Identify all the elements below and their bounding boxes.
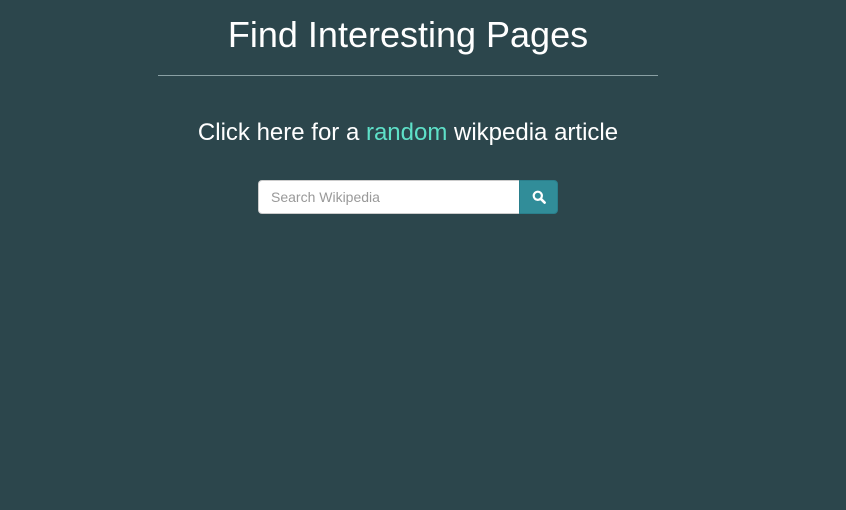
- page-title: Find Interesting Pages: [227, 14, 589, 55]
- search-form: [258, 180, 558, 214]
- random-prefix-text: Click here for a: [197, 119, 366, 146]
- random-article-line: Click here for a random wikpedia article: [0, 118, 816, 148]
- search-icon: [532, 190, 546, 204]
- title-divider: [158, 75, 658, 76]
- search-input[interactable]: [258, 180, 519, 214]
- search-button[interactable]: [519, 180, 558, 214]
- random-article-link[interactable]: random: [366, 119, 447, 146]
- random-suffix-text: wikpedia article: [447, 119, 619, 146]
